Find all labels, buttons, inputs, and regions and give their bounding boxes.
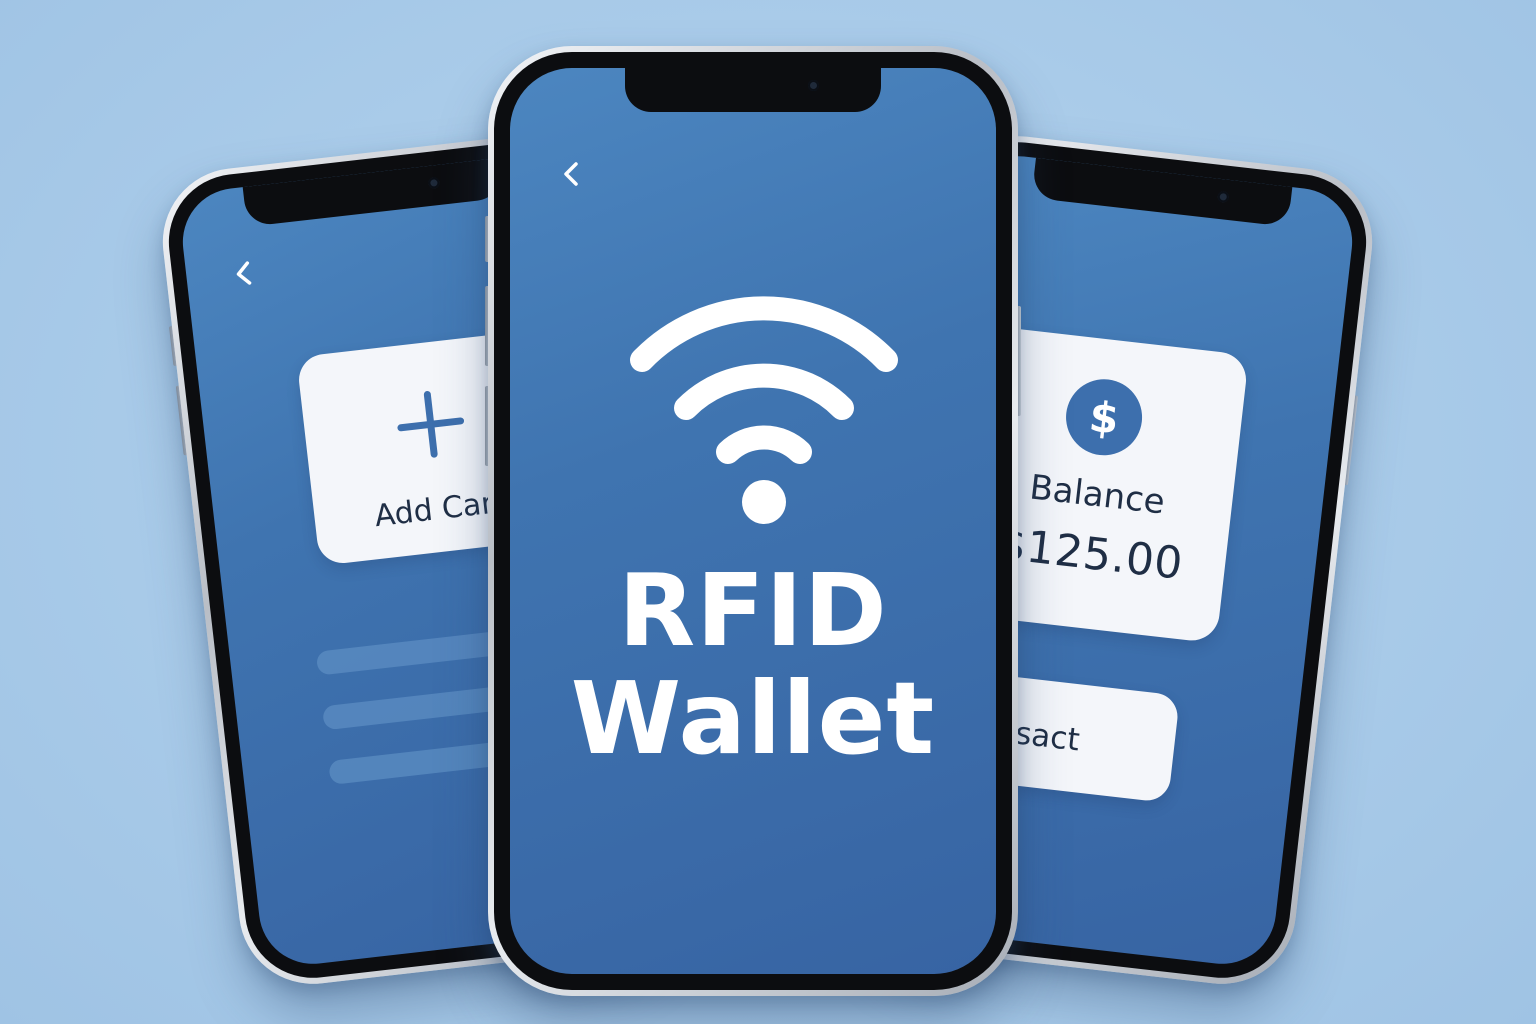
app-title-rfid: RFID [618,552,888,669]
currency-symbol: $ [1086,391,1122,444]
phone-center: RFID Wallet [485,46,1021,996]
rfid-wallet-screen: RFID Wallet [510,68,996,974]
rfid-wireless-icon [630,296,898,524]
plus-icon [397,391,465,458]
phone-notch [625,68,881,112]
chevron-left-icon [236,261,252,285]
back-button[interactable] [552,154,592,194]
back-button[interactable] [222,251,266,295]
dollar-icon: $ [1061,375,1147,460]
camera-icon [1217,190,1230,203]
camera-icon [808,80,819,91]
app-title-wallet: Wallet [570,660,936,777]
mockup-stage: Add Card $ Balance $125.00 Transact [0,0,1536,1024]
camera-icon [427,176,441,190]
chevron-left-icon [564,162,578,186]
